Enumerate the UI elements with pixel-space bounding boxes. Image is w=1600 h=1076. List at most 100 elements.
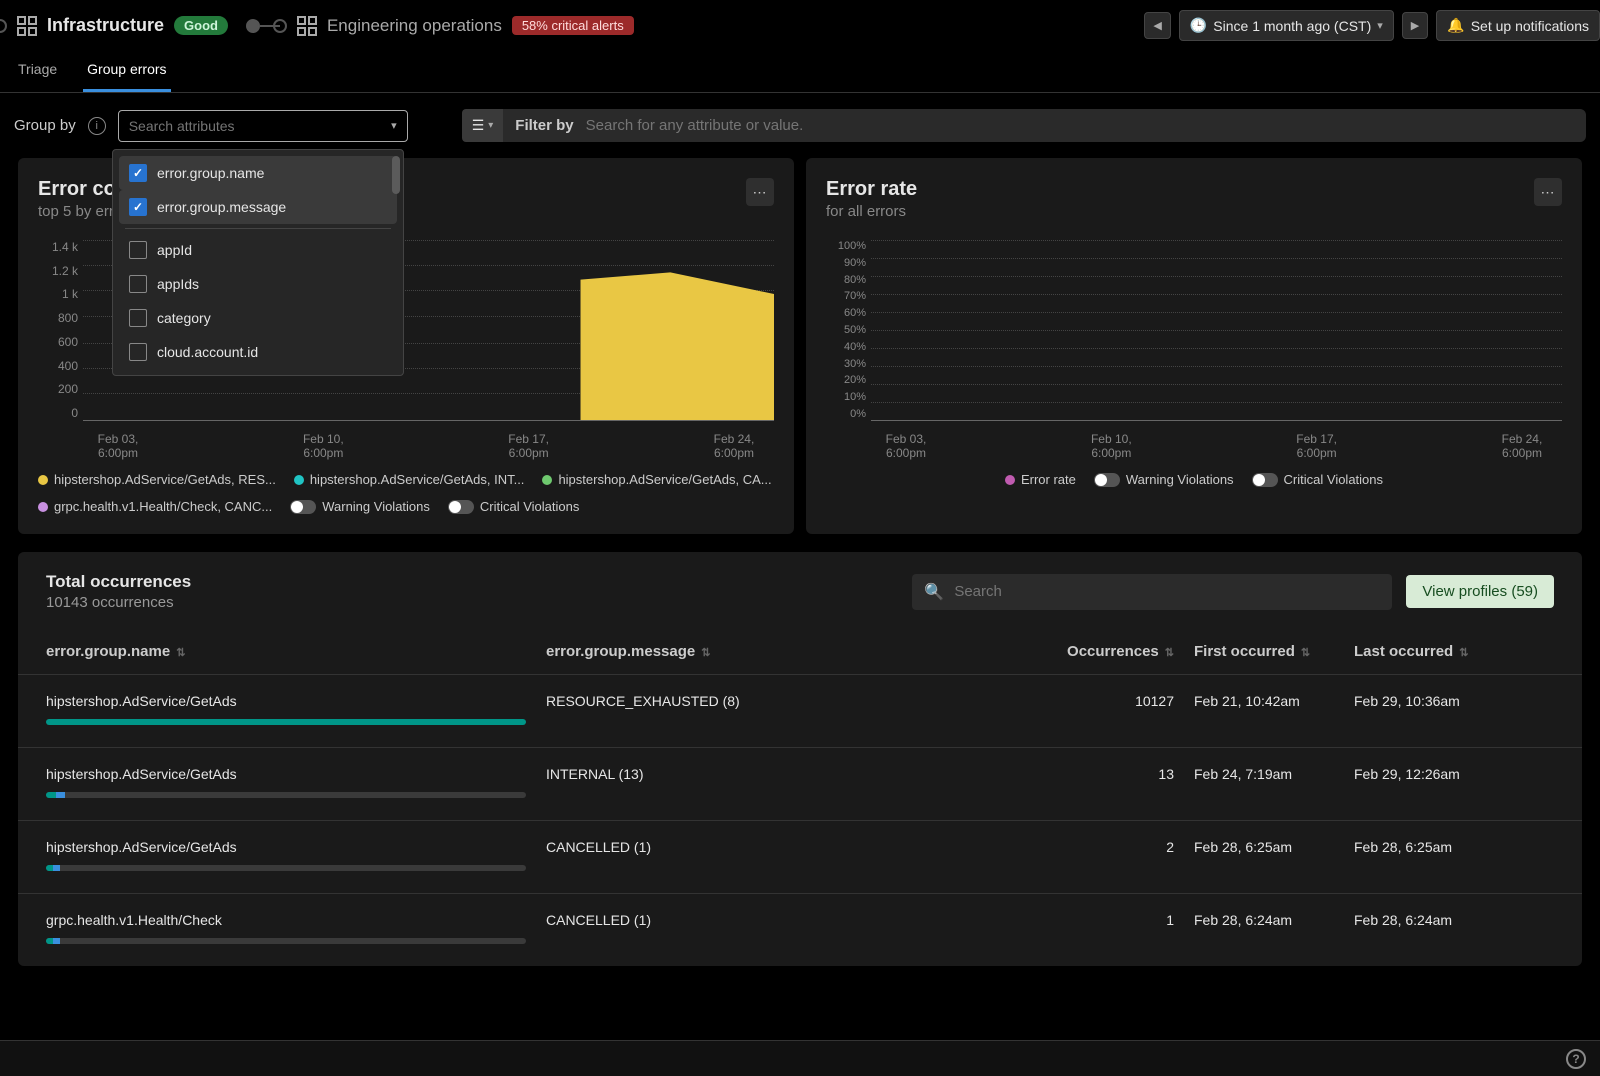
connector-dot-end [273, 19, 287, 33]
view-profiles-button[interactable]: View profiles (59) [1406, 575, 1554, 608]
sort-icon: ⇅ [701, 647, 710, 659]
toggle-warning[interactable]: Warning Violations [290, 499, 430, 514]
status-dot-outer [0, 19, 7, 33]
checkbox[interactable] [129, 241, 147, 259]
panel-menu-button[interactable]: ⋯ [746, 178, 774, 206]
table-title: Total occurrences [46, 572, 191, 592]
time-prev-button[interactable]: ◀ [1144, 12, 1170, 39]
page-title: Infrastructure [47, 15, 164, 36]
toggle-icon[interactable] [1094, 473, 1120, 487]
toggle-critical[interactable]: Critical Violations [1252, 472, 1383, 487]
toggle-warning[interactable]: Warning Violations [1094, 472, 1234, 487]
cell-name: hipstershop.AdService/GetAds [46, 693, 546, 725]
column-header-first-occurred[interactable]: First occurred⇅ [1174, 643, 1354, 660]
scrollbar[interactable] [392, 156, 400, 194]
cell-message: INTERNAL (13) [546, 766, 1034, 782]
toggle-icon[interactable] [448, 500, 474, 514]
connector-dot [246, 19, 260, 33]
dropdown-item-appids[interactable]: appIds [119, 267, 397, 301]
column-header-last-occurred[interactable]: Last occurred⇅ [1354, 643, 1554, 660]
tabs-bar: Triage Group errors [0, 51, 1600, 93]
tab-triage[interactable]: Triage [14, 51, 61, 92]
time-next-button[interactable]: ▶ [1402, 12, 1428, 39]
column-header-name[interactable]: error.group.name⇅ [46, 643, 546, 660]
toggle-critical[interactable]: Critical Violations [448, 499, 579, 514]
cell-first-occurred: Feb 28, 6:25am [1174, 839, 1354, 855]
dropdown-item-appid[interactable]: appId [119, 233, 397, 267]
toggle-icon[interactable] [290, 500, 316, 514]
occurrence-bar [46, 792, 526, 798]
notifications-button[interactable]: 🔔 Set up notifications [1436, 10, 1600, 41]
cell-name: grpc.health.v1.Health/Check [46, 912, 546, 944]
section-label: Engineering operations [327, 16, 502, 36]
search-icon: 🔍 [924, 582, 944, 602]
sort-icon: ⇅ [1459, 647, 1468, 659]
cell-name: hipstershop.AdService/GetAds [46, 839, 546, 871]
dropdown-item-category[interactable]: category [119, 301, 397, 335]
chart-legend-row2: grpc.health.v1.Health/Check, CANC... War… [38, 499, 774, 514]
chevron-left-icon: ◀ [1153, 19, 1161, 32]
x-axis: Feb 03, 6:00pm Feb 10, 6:00pm Feb 17, 6:… [78, 432, 774, 460]
occurrence-bar [46, 865, 526, 871]
checkbox-checked[interactable] [129, 198, 147, 216]
legend-item[interactable]: hipstershop.AdService/GetAds, INT... [294, 472, 525, 487]
column-header-occurrences[interactable]: Occurrences⇅ [1034, 643, 1174, 660]
cell-first-occurred: Feb 21, 10:42am [1174, 693, 1354, 709]
y-axis: 100% 90% 80% 70% 60% 50% 40% 30% 20% 10%… [826, 240, 866, 420]
checkbox-checked[interactable] [129, 164, 147, 182]
time-range-label: Since 1 month ago (CST) [1213, 18, 1371, 34]
dropdown-divider [125, 228, 391, 229]
filter-segment: ☰ ▾ Filter by [462, 109, 1586, 142]
time-range-button[interactable]: 🕒 Since 1 month ago (CST) ▾ [1179, 10, 1394, 41]
legend-item[interactable]: grpc.health.v1.Health/Check, CANC... [38, 499, 272, 514]
sort-icon: ⇅ [176, 647, 185, 659]
cell-occurrences: 13 [1034, 766, 1174, 782]
group-by-search-input[interactable] [129, 118, 391, 134]
cell-last-occurred: Feb 28, 6:25am [1354, 839, 1554, 855]
table-panel: Total occurrences 10143 occurrences 🔍 Vi… [18, 552, 1582, 966]
dropdown-item-cloud-account-id[interactable]: cloud.account.id [119, 335, 397, 369]
notifications-label: Set up notifications [1471, 18, 1589, 34]
chevron-down-icon: ▾ [391, 119, 397, 132]
cell-occurrences: 2 [1034, 839, 1174, 855]
clock-icon: 🕒 [1190, 17, 1207, 34]
alert-badge: 58% critical alerts [512, 16, 634, 35]
legend-item[interactable]: hipstershop.AdService/GetAds, CA... [542, 472, 771, 487]
filter-search-input[interactable] [586, 117, 1574, 134]
table-row[interactable]: hipstershop.AdService/GetAds INTERNAL (1… [18, 747, 1582, 820]
toggle-icon[interactable] [1252, 473, 1278, 487]
table-row[interactable]: grpc.health.v1.Health/Check CANCELLED (1… [18, 893, 1582, 966]
table-row[interactable]: hipstershop.AdService/GetAds RESOURCE_EX… [18, 674, 1582, 747]
chevron-down-icon: ▾ [488, 120, 493, 131]
filter-menu-button[interactable]: ☰ ▾ [462, 109, 504, 142]
checkbox[interactable] [129, 343, 147, 361]
panel-error-rate: Error rate for all errors ⋯ 100% 90% 80%… [806, 158, 1582, 534]
info-icon[interactable]: i [88, 117, 106, 135]
legend-item[interactable]: Error rate [1005, 472, 1076, 487]
table-search-box[interactable]: 🔍 [912, 574, 1392, 610]
column-header-message[interactable]: error.group.message⇅ [546, 643, 1034, 660]
group-by-dropdown-menu: error.group.name error.group.message app… [112, 149, 404, 376]
dropdown-item-label: cloud.account.id [157, 344, 258, 360]
dropdown-item-error-group-message[interactable]: error.group.message [119, 190, 397, 224]
dropdown-item-label: category [157, 310, 211, 326]
dropdown-item-error-group-name[interactable]: error.group.name [119, 156, 397, 190]
legend-item[interactable]: hipstershop.AdService/GetAds, RES... [38, 472, 276, 487]
cell-message: CANCELLED (1) [546, 912, 1034, 928]
panel-menu-button[interactable]: ⋯ [1534, 178, 1562, 206]
cell-first-occurred: Feb 28, 6:24am [1174, 912, 1354, 928]
occurrence-bar [46, 938, 526, 944]
table-subtitle: 10143 occurrences [46, 594, 191, 611]
panel-subtitle: for all errors [826, 203, 917, 220]
dropdown-item-label: appIds [157, 276, 199, 292]
group-by-dropdown[interactable]: ▾ [118, 110, 408, 142]
help-icon[interactable]: ? [1566, 1049, 1586, 1069]
filter-by-label: Filter by [515, 117, 573, 134]
cell-message: RESOURCE_EXHAUSTED (8) [546, 693, 1034, 709]
tab-group-errors[interactable]: Group errors [83, 51, 170, 92]
group-by-label: Group by [14, 117, 76, 134]
table-row[interactable]: hipstershop.AdService/GetAds CANCELLED (… [18, 820, 1582, 893]
checkbox[interactable] [129, 275, 147, 293]
table-search-input[interactable] [954, 583, 1380, 600]
checkbox[interactable] [129, 309, 147, 327]
